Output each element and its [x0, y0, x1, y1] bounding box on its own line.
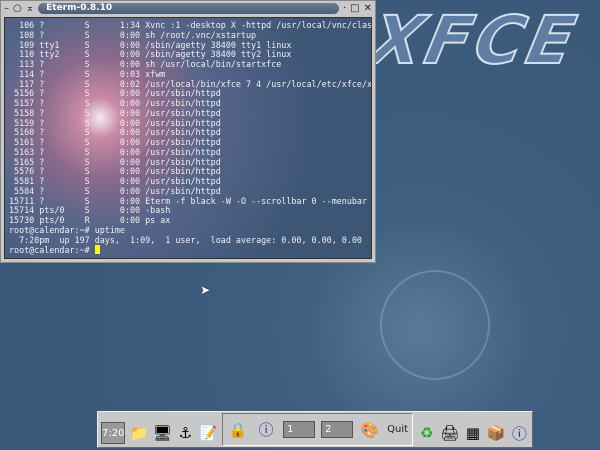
prompt-line[interactable]: root@calendar:~# [9, 245, 371, 256]
maximize-icon[interactable]: □ [350, 3, 359, 14]
settings-icon[interactable]: ⚓ [176, 422, 195, 444]
terminal-line: 7:20pm up 197 days, 1:09, 1 user, load a… [9, 234, 362, 245]
terminal-screen[interactable]: 106 ? S 1:34 Xvnc :1 -desktop X -httpd /… [4, 17, 372, 259]
trash-icon[interactable]: ♻ [417, 422, 436, 444]
terminal-output: 106 ? S 1:34 Xvnc :1 -desktop X -httpd /… [5, 18, 371, 256]
desktop-1-button[interactable]: 1 [283, 421, 316, 438]
title-bar[interactable]: – ○ ⌅ Eterm-0.8.10 · □ ✕ [1, 1, 375, 16]
lock-icon[interactable]: 🔒 [227, 419, 249, 441]
xfce-panel: 7:20 📁 🖥 ⚓ 📝 🔒 ⓘ 1 2 🎨 Quit ♻ 🖨 ▦ 📦 ⓘ [97, 411, 533, 448]
eterm-window[interactable]: – ○ ⌅ Eterm-0.8.10 · □ ✕ 106 ? S 1:34 Xv… [0, 0, 376, 263]
clock[interactable]: 7:20 [101, 422, 126, 444]
close-icon[interactable]: ✕ [364, 3, 372, 14]
package-icon[interactable]: 📦 [487, 422, 506, 444]
window-title: Eterm-0.8.10 [38, 3, 339, 14]
editor-icon[interactable]: 📝 [199, 422, 218, 444]
xfce-logo: XFCE [363, 1, 587, 80]
menu-icon[interactable]: · [343, 3, 346, 14]
desktop-switcher: 🔒 ⓘ 1 2 🎨 Quit [222, 413, 414, 446]
minimize-icon[interactable]: – [4, 3, 9, 14]
printer-icon[interactable]: 🖨 [440, 422, 459, 444]
text-cursor [94, 245, 100, 255]
desktop-2-button[interactable]: 2 [321, 421, 354, 438]
terminal-icon[interactable]: 🖥 [153, 422, 172, 444]
help-icon[interactable]: ⓘ [510, 422, 529, 444]
prompt: root@calendar:~# [9, 245, 95, 256]
quit-button[interactable]: Quit [387, 424, 408, 435]
windows-icon[interactable]: ▦ [463, 422, 482, 444]
shade-icon[interactable]: ○ [13, 3, 22, 14]
palette-icon[interactable]: 🎨 [359, 419, 381, 441]
file-manager-icon[interactable]: 📁 [129, 422, 149, 444]
info-icon[interactable]: ⓘ [255, 419, 277, 441]
mouse-cursor-icon: ➤ [200, 283, 211, 297]
stick-icon[interactable]: ⌅ [26, 3, 34, 14]
